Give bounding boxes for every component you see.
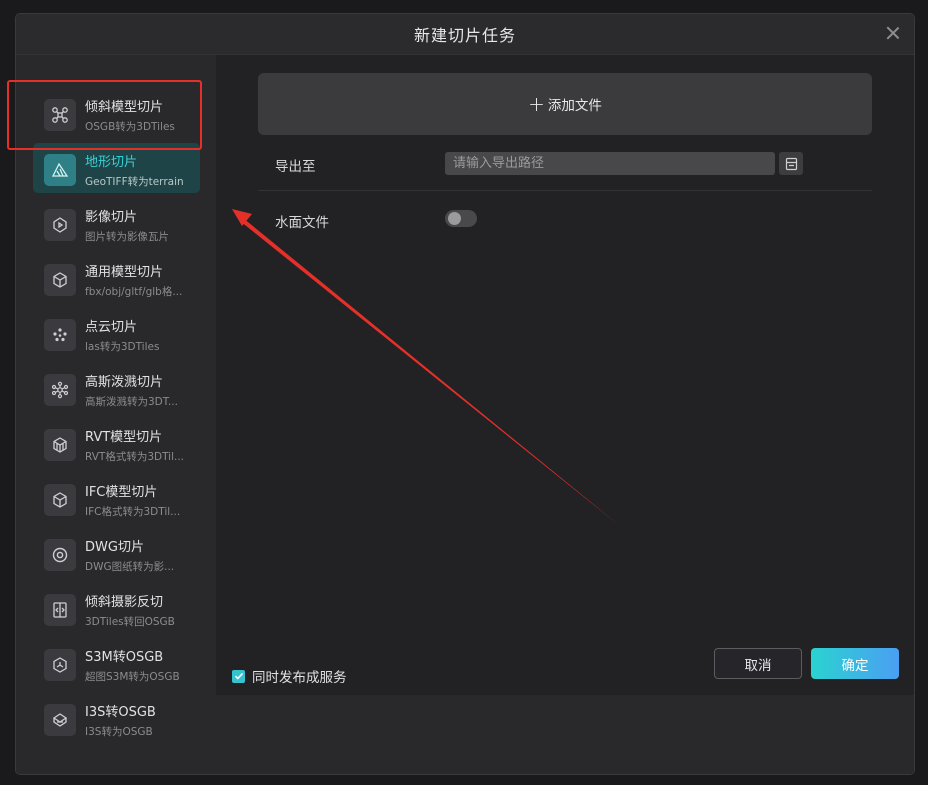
add-file-button[interactable]: + 添加文件 <box>258 73 872 135</box>
water-row: 水面文件 <box>258 191 872 247</box>
sidebar-item-label: 地形切片 <box>85 154 138 170</box>
sidebar-item-label: DWG切片 <box>85 539 144 555</box>
sidebar-item-desc: GeoTIFF转为terrain <box>85 175 184 188</box>
sidebar-item-label: RVT模型切片 <box>85 429 163 445</box>
water-file-label: 水面文件 <box>275 215 329 231</box>
sidebar-item-desc: las转为3DTiles <box>85 340 160 353</box>
sidebar-item-desc: 3DTiles转回OSGB <box>85 615 175 628</box>
sidebar-item-s3m-to-osgb[interactable]: S3M转OSGB 超图S3M转为OSGB <box>16 637 216 692</box>
publish-checkbox[interactable] <box>232 669 245 683</box>
point-cloud-icon <box>44 318 76 351</box>
export-label: 导出至 <box>275 159 316 175</box>
sidebar-item-label: 点云切片 <box>85 319 138 335</box>
sidebar-item-dwg[interactable]: DWG切片 DWG图纸转为影... <box>16 527 216 582</box>
reverse-icon <box>44 593 76 626</box>
check-icon <box>234 672 243 680</box>
cube-icon <box>44 263 76 296</box>
box-layers-icon <box>44 428 76 461</box>
sidebar-item-label: IFC模型切片 <box>85 484 158 500</box>
sidebar-item-i3s-to-osgb[interactable]: I3S转OSGB I3S转为OSGB <box>16 692 216 747</box>
export-path-input[interactable] <box>445 152 775 175</box>
sidebar-item-desc: 高斯泼溅转为3DT... <box>85 395 178 408</box>
cancel-button[interactable]: 取消 <box>714 648 802 679</box>
main-panel: + 添加文件 导出至 水面文件 <box>216 55 914 695</box>
sidebar-item-ifc-model[interactable]: IFC模型切片 IFC格式转为3DTil... <box>16 472 216 527</box>
sidebar-item-oblique-reverse[interactable]: 倾斜摄影反切 3DTiles转回OSGB <box>16 582 216 637</box>
water-file-toggle[interactable] <box>445 210 477 227</box>
export-row: 导出至 <box>258 135 872 191</box>
sidebar-item-desc: fbx/obj/gltf/glb格... <box>85 285 183 298</box>
stack-icon <box>44 703 76 736</box>
terrain-icon <box>44 153 76 186</box>
sidebar-item-general-model[interactable]: 通用模型切片 fbx/obj/gltf/glb格... <box>16 252 216 307</box>
toggle-knob <box>448 212 461 225</box>
sidebar-item-desc: IFC格式转为3DTil... <box>85 505 181 518</box>
publish-service-option[interactable]: 同时发布成服务 <box>232 666 347 686</box>
target-icon <box>44 538 76 571</box>
publish-label: 同时发布成服务 <box>252 670 347 686</box>
sidebar-item-desc: RVT格式转为3DTil... <box>85 450 185 463</box>
sidebar-item-label: I3S转OSGB <box>85 704 156 720</box>
add-file-label: 添加文件 <box>547 98 602 114</box>
folder-icon <box>785 157 797 170</box>
sidebar-item-gaussian-splat[interactable]: 高斯泼溅切片高斯泼溅转为3DT... <box>16 362 216 417</box>
close-icon[interactable] <box>886 26 900 40</box>
sidebar-item-rvt-model[interactable]: RVT模型切片 RVT格式转为3DTil... <box>16 417 216 472</box>
sidebar-item-desc: 超图S3M转为OSGB <box>85 670 180 683</box>
hexagon-icon <box>44 648 76 681</box>
sidebar-item-point-cloud[interactable]: 点云切片 las转为3DTiles <box>16 307 216 362</box>
dialog-title: 新建切片任务 <box>413 26 516 45</box>
browse-folder-button[interactable] <box>779 152 803 175</box>
sidebar: 倾斜模型切片 OSGB转为3DTiles 地形切片 GeoTIFF转为terrain… <box>16 55 216 774</box>
annotation-highlight-box <box>7 80 202 150</box>
sidebar-item-desc: I3S转为OSGB <box>85 725 153 738</box>
sidebar-item-label: S3M转OSGB <box>85 649 164 665</box>
network-icon <box>44 373 76 406</box>
sidebar-item-desc: 图片转为影像瓦片 <box>85 230 169 243</box>
sidebar-item-desc: DWG图纸转为影... <box>85 560 175 573</box>
sidebar-item-label: 影像切片 <box>85 209 138 225</box>
sidebar-item-label: 倾斜摄影反切 <box>85 594 164 610</box>
sidebar-item-label: 通用模型切片 <box>85 264 164 280</box>
footer-area <box>216 695 914 774</box>
sidebar-item-image[interactable]: 影像切片图片转为影像瓦片 <box>16 197 216 252</box>
cube-outline-icon <box>44 483 76 516</box>
confirm-button[interactable]: 确定 <box>811 648 899 679</box>
sidebar-item-terrain[interactable]: 地形切片 GeoTIFF转为terrain <box>16 142 216 197</box>
plus-icon: + <box>528 92 545 116</box>
sidebar-item-label: 高斯泼溅切片 <box>85 374 164 390</box>
image-icon <box>44 208 76 241</box>
dialog-titlebar: 新建切片任务 <box>16 14 914 55</box>
